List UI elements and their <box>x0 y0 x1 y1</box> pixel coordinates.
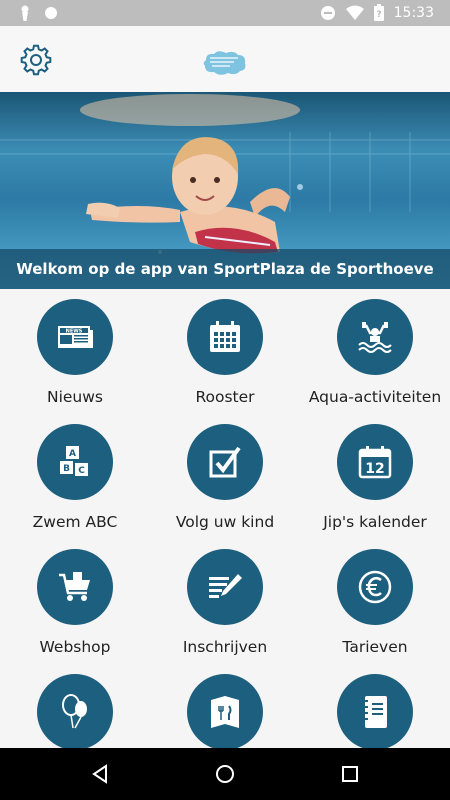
tile-circle <box>37 549 113 625</box>
svg-text:B: B <box>63 464 70 474</box>
balloons-icon <box>62 694 87 729</box>
gear-icon[interactable] <box>20 44 52 76</box>
status-time: 15:33 <box>393 4 434 21</box>
euro-icon <box>358 570 392 604</box>
tile-webshop[interactable]: Webshop <box>0 539 150 664</box>
tile-inschrijven[interactable]: Inschrijven <box>150 539 300 664</box>
tile-label: Nieuws <box>46 388 103 406</box>
swimmer-weights-icon <box>358 322 392 353</box>
home-icon[interactable] <box>213 762 237 786</box>
tile-rooster[interactable]: Rooster <box>150 289 300 414</box>
svg-text:12: 12 <box>365 461 384 477</box>
hero-banner: Welkom op de app van SportPlaza de Sport… <box>0 92 450 289</box>
tile-volg-uw-kind[interactable]: Volg uw kind <box>150 414 300 539</box>
newspaper-icon: NEWS <box>58 326 93 348</box>
tile-zwem-abc[interactable]: A B C Zwem ABC <box>0 414 150 539</box>
circle-icon <box>45 7 57 19</box>
tile-circle: A B C <box>37 424 113 500</box>
tile-label: Webshop <box>39 638 111 656</box>
tile-tarieven[interactable]: Tarieven <box>300 539 450 664</box>
tile-circle: NEWS <box>37 299 113 375</box>
tile-jips-kalender[interactable]: 12 Jip's kalender <box>300 414 450 539</box>
tile-label: Tarieven <box>342 638 408 656</box>
shopping-cart-icon <box>59 572 90 601</box>
tile-circle <box>37 674 113 748</box>
tile-menu-card[interactable] <box>150 664 300 748</box>
tile-circle: 12 <box>337 424 413 500</box>
tile-circle <box>337 674 413 748</box>
menu-card-icon <box>211 696 239 728</box>
tile-label: Jip's kalender <box>323 513 427 531</box>
calendar-grid-icon <box>210 321 240 352</box>
system-nav-bar <box>0 748 450 800</box>
keyhole-icon <box>21 5 29 21</box>
tile-balloons[interactable] <box>0 664 150 748</box>
svg-text:A: A <box>69 449 76 459</box>
tile-aqua-activiteiten[interactable]: Aqua-activiteiten <box>300 289 450 414</box>
tile-nieuws[interactable]: NEWS Nieuws <box>0 289 150 414</box>
do-not-disturb-icon <box>320 5 335 20</box>
svg-text:C: C <box>78 466 85 476</box>
tile-notebook[interactable] <box>300 664 450 748</box>
battery-icon: ? <box>373 4 384 21</box>
welcome-caption: Welkom op de app van SportPlaza de Sport… <box>0 249 450 289</box>
status-bar: ? 15:33 <box>0 0 450 26</box>
checkbox-icon <box>209 446 241 478</box>
app-bar <box>0 26 450 92</box>
tile-circle <box>187 549 263 625</box>
tile-circle <box>337 299 413 375</box>
svg-text:?: ? <box>376 10 381 20</box>
write-icon <box>209 574 242 598</box>
sportplaza-logo <box>203 51 246 75</box>
notebook-icon <box>362 696 387 728</box>
wifi-icon <box>345 5 364 20</box>
back-icon[interactable] <box>88 762 112 786</box>
tile-label: Zwem ABC <box>32 513 118 531</box>
tile-label: Aqua-activiteiten <box>308 388 442 406</box>
tile-label: Inschrijven <box>182 638 268 656</box>
tile-label: Rooster <box>195 388 255 406</box>
tile-circle <box>337 549 413 625</box>
tile-label: Volg uw kind <box>175 513 275 531</box>
menu-grid: NEWS Nieuws Rooster Aqua-activiteiten A … <box>0 289 450 748</box>
tile-circle <box>187 674 263 748</box>
svg-text:NEWS: NEWS <box>66 329 83 335</box>
tile-circle <box>187 299 263 375</box>
calendar-12-icon: 12 <box>358 446 392 479</box>
abc-blocks-icon: A B C <box>60 446 88 476</box>
recents-icon[interactable] <box>338 762 362 786</box>
tile-circle <box>187 424 263 500</box>
